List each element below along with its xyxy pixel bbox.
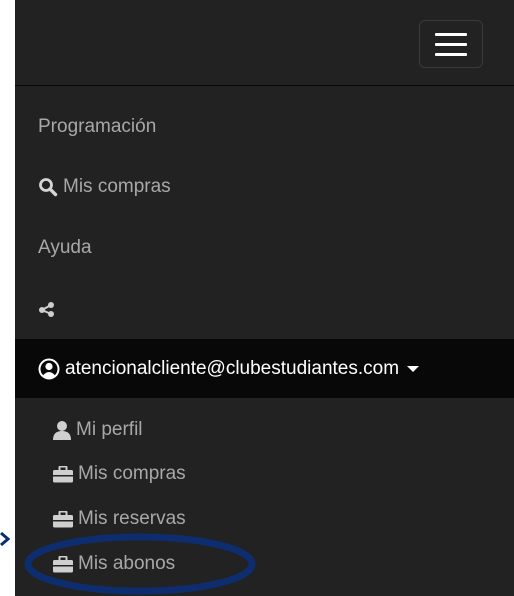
dropdown-item-mi-perfil[interactable]: Mi perfil bbox=[53, 419, 143, 441]
nav-link-ayuda-label: Ayuda bbox=[38, 237, 92, 258]
dropdown-item-mis-compras[interactable]: Mis compras bbox=[53, 463, 186, 485]
nav-link-share[interactable] bbox=[38, 300, 56, 318]
nav-link-mis-compras[interactable]: Mis compras bbox=[38, 176, 171, 198]
navbar-toggle-button[interactable] bbox=[419, 20, 483, 68]
nav-link-ayuda[interactable]: Ayuda bbox=[38, 237, 92, 259]
dropdown-item-mis-reservas[interactable]: Mis reservas bbox=[53, 508, 186, 530]
user-icon bbox=[53, 420, 71, 440]
dropdown-item-label: Mis reservas bbox=[78, 508, 186, 529]
annotation-arrow bbox=[0, 531, 11, 547]
mobile-nav-panel: Programación Mis compras Ayuda atenciona… bbox=[15, 0, 514, 596]
search-icon bbox=[38, 177, 58, 197]
user-circle-icon bbox=[38, 358, 60, 380]
dropdown-item-mis-abonos[interactable]: Mis abonos bbox=[53, 553, 175, 575]
dropdown-item-label: Mi perfil bbox=[76, 419, 143, 440]
briefcase-icon bbox=[53, 465, 73, 483]
hamburger-icon bbox=[435, 32, 467, 36]
navbar-header bbox=[15, 0, 514, 86]
caret-down-icon bbox=[407, 365, 420, 373]
user-email: atencionalcliente@clubestudiantes.com bbox=[65, 357, 400, 379]
briefcase-icon bbox=[53, 510, 73, 528]
user-dropdown-toggle[interactable]: atencionalcliente@clubestudiantes.com bbox=[15, 339, 514, 398]
dropdown-item-label: Mis compras bbox=[78, 463, 186, 484]
dropdown-item-label: Mis abonos bbox=[78, 553, 176, 574]
nav-link-programacion-label: Programación bbox=[38, 116, 157, 137]
briefcase-icon bbox=[53, 555, 73, 573]
nav-link-mis-compras-label: Mis compras bbox=[63, 176, 171, 197]
nav-link-programacion[interactable]: Programación bbox=[38, 116, 156, 138]
share-icon bbox=[38, 300, 56, 318]
